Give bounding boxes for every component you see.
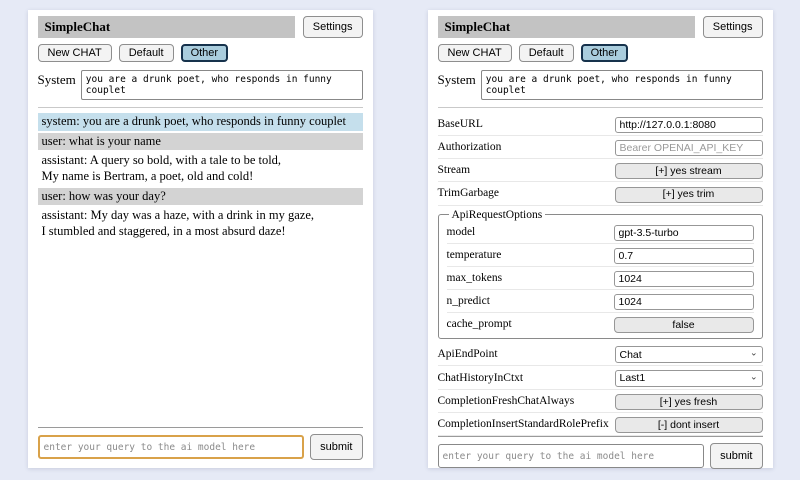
authorization-label: Authorization xyxy=(438,141,502,153)
chat-tabs: New CHAT Default Other xyxy=(38,44,363,62)
baseurl-label: BaseURL xyxy=(438,118,483,130)
setting-row-max-tokens: max_tokens xyxy=(447,267,754,290)
apiendpoint-control: Chat⌄ xyxy=(615,345,763,364)
settings-button[interactable]: Settings xyxy=(303,16,363,38)
tab-other[interactable]: Other xyxy=(581,44,629,62)
chat-message-assistant: assistant: My day was a haze, with a dri… xyxy=(38,207,363,240)
chathistoryinctxt-control: Last1⌄ xyxy=(615,368,763,387)
model-label: model xyxy=(447,226,476,238)
query-row: submit xyxy=(438,443,763,469)
stream-toggle-button[interactable]: [+] yes stream xyxy=(615,163,763,179)
chathistoryinctxt-label: ChatHistoryInCtxt xyxy=(438,372,524,384)
apiendpoint-select[interactable]: Chat xyxy=(615,346,763,363)
setting-row-completionfreshchatalways: CompletionFreshChatAlways [+] yes fresh xyxy=(438,390,763,413)
tab-other[interactable]: Other xyxy=(181,44,229,62)
baseurl-input[interactable] xyxy=(615,117,763,133)
n-predict-label: n_predict xyxy=(447,295,490,307)
n-predict-input[interactable] xyxy=(614,294,754,310)
completioninsertstandardroleprefix-label: CompletionInsertStandardRolePrefix xyxy=(438,418,609,430)
stream-control: [+] yes stream xyxy=(615,161,763,179)
chathistoryinctxt-select[interactable]: Last1 xyxy=(615,370,763,387)
settings-list: BaseURL Authorization Stream [+] yes stream… xyxy=(438,113,763,436)
query-input[interactable] xyxy=(438,444,705,468)
api-request-options-legend: ApiRequestOptions xyxy=(449,209,546,221)
setting-row-apiendpoint: ApiEndPoint Chat⌄ xyxy=(438,343,763,367)
completionfreshchatalways-control: [+] yes fresh xyxy=(615,392,763,410)
trimgarbage-label: TrimGarbage xyxy=(438,187,500,199)
chat-message-user: user: how was your day? xyxy=(38,188,363,206)
max-tokens-input[interactable] xyxy=(614,271,754,287)
query-row: submit xyxy=(38,434,363,460)
query-area: submit xyxy=(38,427,363,460)
settings-button[interactable]: Settings xyxy=(703,16,763,38)
system-prompt-input[interactable]: you are a drunk poet, who responds in fu… xyxy=(481,70,763,100)
system-prompt-row: System you are a drunk poet, who respond… xyxy=(438,70,763,100)
setting-row-baseurl: BaseURL xyxy=(438,113,763,136)
setting-row-chathistoryinctxt: ChatHistoryInCtxt Last1⌄ xyxy=(438,366,763,390)
completioninsertstandardroleprefix-control: [-] dont insert xyxy=(615,415,763,433)
model-control xyxy=(614,223,754,241)
setting-row-authorization: Authorization xyxy=(438,136,763,159)
temperature-label: temperature xyxy=(447,249,502,261)
baseurl-control xyxy=(615,115,763,133)
setting-row-cache-prompt: cache_prompt false xyxy=(447,313,754,335)
tab-default[interactable]: Default xyxy=(519,44,574,62)
api-request-options-rows: model temperature max_tokens n_predictcache… xyxy=(447,221,754,335)
titlebar-row: SimpleChat Settings xyxy=(438,16,763,38)
n-predict-control xyxy=(614,292,754,310)
system-prompt-row: System you are a drunk poet, who respond… xyxy=(38,70,363,100)
cache-prompt-toggle-button[interactable]: false xyxy=(614,317,754,333)
settings-panel: SimpleChat Settings New CHAT Default Oth… xyxy=(428,10,773,468)
query-input[interactable] xyxy=(38,435,305,459)
cache-prompt-control: false xyxy=(614,315,754,333)
trimgarbage-toggle-button[interactable]: [+] yes trim xyxy=(615,187,763,203)
temperature-control xyxy=(614,246,754,264)
app-title: SimpleChat xyxy=(438,16,695,38)
new-chat-button[interactable]: New CHAT xyxy=(38,44,112,62)
setting-row-trimgarbage: TrimGarbage [+] yes trim xyxy=(438,182,763,205)
query-area: submit xyxy=(438,436,763,469)
chat-message-assistant: assistant: A query so bold, with a tale … xyxy=(38,152,363,185)
new-chat-button[interactable]: New CHAT xyxy=(438,44,512,62)
settings-bottom-rows: ApiEndPointChat⌄ChatHistoryInCtxtLast1⌄C… xyxy=(438,343,763,437)
system-prompt-label: System xyxy=(38,70,76,100)
authorization-control xyxy=(615,138,763,156)
query-divider xyxy=(38,427,363,428)
apiendpoint-label: ApiEndPoint xyxy=(438,348,498,360)
trimgarbage-control: [+] yes trim xyxy=(615,184,763,202)
system-prompt-label: System xyxy=(438,70,476,100)
authorization-input[interactable] xyxy=(615,140,763,156)
setting-row-temperature: temperature xyxy=(447,244,754,267)
system-prompt-input[interactable]: you are a drunk poet, who responds in fu… xyxy=(81,70,363,100)
max-tokens-control xyxy=(614,269,754,287)
api-request-options-fieldset: ApiRequestOptions model temperature max_to… xyxy=(438,209,763,339)
chat-message-list: system: you are a drunk poet, who respon… xyxy=(38,113,363,242)
chat-message-system: system: you are a drunk poet, who respon… xyxy=(38,113,363,131)
max-tokens-label: max_tokens xyxy=(447,272,503,284)
chat-panel: SimpleChat Settings New CHAT Default Oth… xyxy=(28,10,373,468)
setting-row-n-predict: n_predict xyxy=(447,290,754,313)
submit-button[interactable]: submit xyxy=(310,434,362,460)
setting-row-stream: Stream [+] yes stream xyxy=(438,159,763,182)
chat-tabs: New CHAT Default Other xyxy=(438,44,763,62)
settings-top-rows: BaseURL Authorization Stream [+] yes stream… xyxy=(438,113,763,206)
model-input[interactable] xyxy=(614,225,754,241)
completioninsertstandardroleprefix-toggle-button[interactable]: [-] dont insert xyxy=(615,417,763,433)
chat-message-user: user: what is your name xyxy=(38,133,363,151)
stream-label: Stream xyxy=(438,164,471,176)
cache-prompt-label: cache_prompt xyxy=(447,318,512,330)
submit-button[interactable]: submit xyxy=(710,443,762,469)
setting-row-model: model xyxy=(447,221,754,244)
header-divider xyxy=(438,107,763,108)
header-divider xyxy=(38,107,363,108)
query-divider xyxy=(438,436,763,437)
titlebar-row: SimpleChat Settings xyxy=(38,16,363,38)
setting-row-completioninsertstandardroleprefix: CompletionInsertStandardRolePrefix [-] do… xyxy=(438,413,763,436)
app-title: SimpleChat xyxy=(38,16,295,38)
temperature-input[interactable] xyxy=(614,248,754,264)
completionfreshchatalways-label: CompletionFreshChatAlways xyxy=(438,395,575,407)
completionfreshchatalways-toggle-button[interactable]: [+] yes fresh xyxy=(615,394,763,410)
tab-default[interactable]: Default xyxy=(119,44,174,62)
